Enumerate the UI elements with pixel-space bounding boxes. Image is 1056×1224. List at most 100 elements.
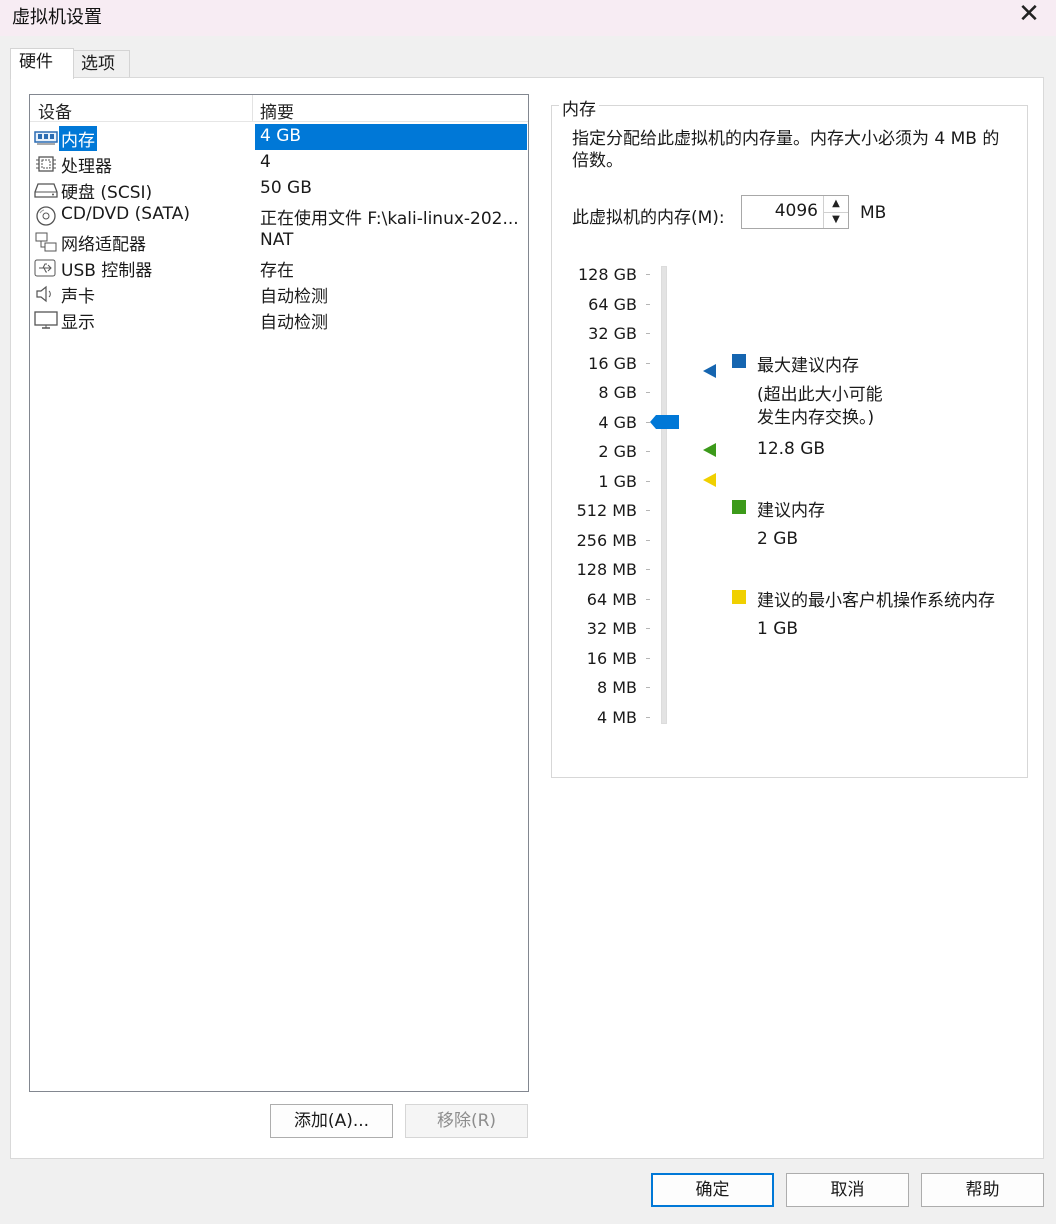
scale-label: 16 GB xyxy=(588,354,637,373)
memory-description: 指定分配给此虚拟机的内存量。内存大小必须为 4 MB 的倍数。 xyxy=(572,129,1000,171)
spin-up-icon[interactable]: ▲ xyxy=(823,196,848,213)
note-line-2: 发生内存交换。) xyxy=(757,408,875,428)
device-name: 显示 xyxy=(61,313,95,333)
scale-tick xyxy=(646,599,650,600)
memory-slider-thumb[interactable] xyxy=(650,414,680,430)
add-device-button[interactable]: 添加(A)... xyxy=(270,1104,393,1138)
scale-tick xyxy=(646,451,650,452)
device-name: 处理器 xyxy=(61,157,112,177)
device-name: 网络适配器 xyxy=(61,235,146,255)
max-recommended-value: 12.8 GB xyxy=(757,439,826,459)
cancel-button[interactable]: 取消 xyxy=(786,1173,909,1207)
device-summary: 4 GB xyxy=(260,126,302,146)
device-summary: 自动检测 xyxy=(260,287,328,307)
ok-button[interactable]: 确定 xyxy=(651,1173,774,1207)
scale-tick xyxy=(646,717,650,718)
tab-options[interactable]: 选项 xyxy=(72,50,130,78)
min-guest-marker-icon xyxy=(702,472,718,488)
device-row-usb-controller[interactable]: USB 控制器 存在 xyxy=(30,254,528,281)
network-adapter-icon xyxy=(34,232,58,252)
max-recommended-marker-icon xyxy=(702,363,718,379)
device-row-processor[interactable]: 处理器 4 xyxy=(30,150,528,177)
device-summary: NAT xyxy=(260,230,294,250)
scale-label: 8 GB xyxy=(598,383,637,402)
recommended-value: 2 GB xyxy=(757,529,799,549)
memory-field-label: 此虚拟机的内存(M): xyxy=(572,208,725,228)
device-row-network-adapter[interactable]: 网络适配器 NAT xyxy=(30,228,528,255)
scale-label: 32 MB xyxy=(586,619,637,638)
title-bar: 虚拟机设置 ✕ xyxy=(0,0,1056,36)
scale-tick xyxy=(646,569,650,570)
device-row-cd-dvd[interactable]: CD/DVD (SATA) 正在使用文件 F:\kali-linux-202..… xyxy=(30,202,528,229)
speaker-icon xyxy=(34,284,58,304)
memory-size-value[interactable]: 4096 xyxy=(775,201,818,221)
scale-tick xyxy=(646,363,650,364)
scale-tick xyxy=(646,540,650,541)
column-divider[interactable] xyxy=(252,95,253,121)
max-recommended-note: (超出此大小可能 发生内存交换。) xyxy=(757,384,883,430)
device-summary: 50 GB xyxy=(260,178,312,198)
monitor-icon xyxy=(34,310,58,330)
min-guest-value: 1 GB xyxy=(757,619,799,639)
recommended-marker-icon xyxy=(702,442,718,458)
scale-label: 16 MB xyxy=(586,649,637,668)
close-icon[interactable]: ✕ xyxy=(1016,1,1042,28)
device-name: USB 控制器 xyxy=(61,261,153,281)
memory-unit-label: MB xyxy=(860,203,887,223)
column-header-summary[interactable]: 摘要 xyxy=(260,98,294,123)
scale-tick xyxy=(646,658,650,659)
memory-size-input[interactable]: 4096 ▲ ▼ xyxy=(741,195,849,229)
scale-label: 64 GB xyxy=(588,295,637,314)
memory-slider-track[interactable] xyxy=(661,266,667,724)
help-button[interactable]: 帮助 xyxy=(921,1173,1044,1207)
max-recommended-label: 最大建议内存 xyxy=(757,356,859,376)
scale-tick xyxy=(646,481,650,482)
device-name: 内存 xyxy=(58,125,98,152)
cd-dvd-icon xyxy=(34,206,58,226)
device-summary: 正在使用文件 F:\kali-linux-202... xyxy=(260,209,519,229)
device-list[interactable]: 设备 摘要 内存 4 GB 处理器 4 硬盘 (SCSI) 50 GB CD/D… xyxy=(29,94,529,1092)
scale-tick xyxy=(646,687,650,688)
tab-hardware[interactable]: 硬件 xyxy=(10,48,74,79)
processor-icon xyxy=(34,154,58,174)
memory-group-title: 内存 xyxy=(559,95,599,120)
scale-label: 256 MB xyxy=(576,531,637,550)
scale-label: 4 GB xyxy=(598,413,637,432)
device-row-display[interactable]: 显示 自动检测 xyxy=(30,306,528,333)
scale-tick xyxy=(646,392,650,393)
window-title: 虚拟机设置 xyxy=(12,7,102,28)
scale-tick xyxy=(646,304,650,305)
scale-label: 64 MB xyxy=(586,590,637,609)
scale-label: 128 GB xyxy=(578,265,637,284)
scale-label: 8 MB xyxy=(596,678,637,697)
device-row-memory[interactable]: 内存 4 GB xyxy=(30,124,528,152)
column-header-device[interactable]: 设备 xyxy=(38,98,72,123)
usb-icon xyxy=(34,258,58,278)
scale-tick xyxy=(646,628,650,629)
device-summary: 自动检测 xyxy=(260,313,328,333)
device-summary: 存在 xyxy=(260,261,294,281)
min-guest-label: 建议的最小客户机操作系统内存 xyxy=(757,591,995,611)
device-name: CD/DVD (SATA) xyxy=(61,204,190,224)
scale-tick xyxy=(646,274,650,275)
scale-label: 2 GB xyxy=(598,442,637,461)
scale-label: 512 MB xyxy=(576,501,637,520)
device-list-header: 设备 摘要 xyxy=(30,95,528,123)
scale-tick xyxy=(646,510,650,511)
memory-icon xyxy=(34,128,58,148)
device-row-hard-disk[interactable]: 硬盘 (SCSI) 50 GB xyxy=(30,176,528,203)
scale-label: 4 MB xyxy=(596,708,637,727)
scale-label: 1 GB xyxy=(598,472,637,491)
recommended-label: 建议内存 xyxy=(757,501,825,521)
scale-label: 128 MB xyxy=(576,560,637,579)
device-summary: 4 xyxy=(260,152,271,172)
remove-device-button[interactable]: 移除(R) xyxy=(405,1104,528,1138)
device-name: 声卡 xyxy=(61,287,95,307)
device-row-sound-card[interactable]: 声卡 自动检测 xyxy=(30,280,528,307)
recommended-legend-swatch xyxy=(732,500,746,514)
spin-down-icon[interactable]: ▼ xyxy=(823,212,848,228)
scale-tick xyxy=(646,333,650,334)
max-recommended-legend-swatch xyxy=(732,354,746,368)
note-line-1: (超出此大小可能 xyxy=(757,385,883,405)
hard-disk-icon xyxy=(34,180,58,200)
